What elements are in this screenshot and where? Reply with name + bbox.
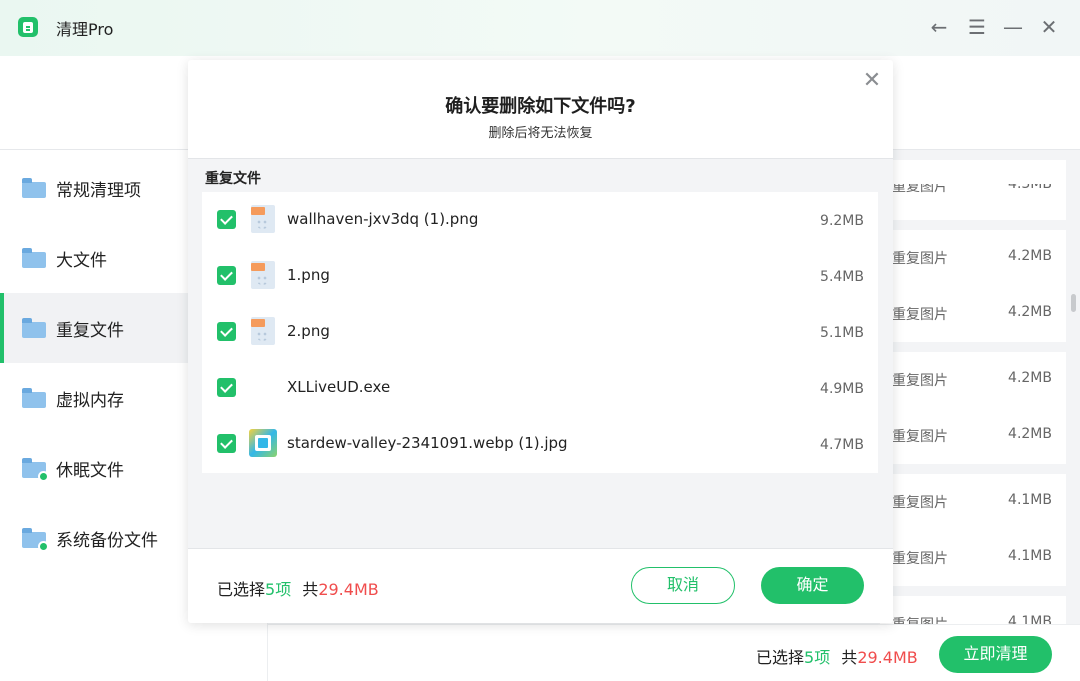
list-item[interactable]: 重复图片 4.2MB	[892, 304, 1062, 326]
file-list: wallhaven-jxv3dq (1).png 9.2MB 1.png 5.4…	[202, 192, 878, 473]
list-item[interactable]: 重复图片 4.2MB	[892, 426, 1062, 448]
confirm-button[interactable]: 确定	[761, 567, 864, 604]
title-bar: 清理Pro ← ☰ — ✕	[0, 0, 1080, 56]
checkbox[interactable]	[217, 322, 236, 341]
file-size: 4.9MB	[820, 381, 864, 397]
dialog-title: 确认要删除如下文件吗?	[445, 96, 636, 117]
clean-now-button[interactable]: 立即清理	[939, 636, 1052, 673]
sidebar-item-label: 休眠文件	[56, 460, 124, 481]
list-item[interactable]: 重复图片 4.2MB	[892, 370, 1062, 392]
list-item[interactable]: 重复图片4.1MB	[892, 614, 1062, 624]
dialog-selection-summary: 已选择5项 共29.4MB	[217, 580, 379, 599]
list-item[interactable]: 重复图片4.1MB	[892, 548, 1062, 570]
app-title: 清理Pro	[56, 20, 114, 39]
file-size: 9.2MB	[820, 213, 864, 229]
close-icon[interactable]: ✕	[1038, 16, 1060, 38]
close-icon[interactable]: ✕	[861, 70, 883, 92]
png-file-icon	[249, 317, 277, 345]
folder-icon	[22, 318, 46, 338]
file-name: stardew-valley-2341091.webp (1).jpg	[287, 434, 568, 452]
file-row[interactable]: XLLiveUD.exe 4.9MB	[202, 360, 878, 416]
checkbox[interactable]	[217, 378, 236, 397]
sidebar-item-label: 系统备份文件	[56, 530, 158, 551]
backup-folder-icon	[22, 528, 49, 552]
dialog-subtitle: 删除后将无法恢复	[488, 126, 593, 141]
cancel-button[interactable]: 取消	[631, 567, 735, 604]
section-title: 重复文件	[205, 171, 261, 187]
broom-folder-icon	[22, 178, 46, 198]
sidebar-item-label: 重复文件	[56, 320, 124, 341]
arrow-left-icon[interactable]: ←	[928, 16, 950, 38]
checkbox[interactable]	[217, 210, 236, 229]
file-size: 4.7MB	[820, 437, 864, 453]
selection-summary: 已选择5项 共29.4MB	[756, 648, 918, 667]
file-name: 2.png	[287, 322, 330, 340]
minimize-icon[interactable]: —	[1002, 16, 1024, 38]
scrollbar-thumb[interactable]	[1071, 294, 1076, 312]
confirm-delete-dialog: ✕ 确认要删除如下文件吗? 删除后将无法恢复 重复文件 wallhaven-jx…	[188, 60, 893, 623]
file-row[interactable]: 2.png 5.1MB	[202, 304, 878, 360]
dialog-body: 重复文件 wallhaven-jxv3dq (1).png 9.2MB 1.pn…	[188, 158, 893, 549]
memory-folder-icon	[22, 388, 46, 408]
file-name: wallhaven-jxv3dq (1).png	[287, 210, 479, 228]
png-file-icon	[249, 261, 277, 289]
sidebar-item-label: 虚拟内存	[56, 390, 124, 411]
list-item[interactable]: 重复图片 4.3MB	[892, 184, 1062, 200]
sidebar-item-label: 大文件	[56, 250, 107, 271]
hamburger-menu-icon[interactable]: ☰	[966, 16, 988, 38]
file-name: XLLiveUD.exe	[287, 378, 391, 396]
file-row[interactable]: wallhaven-jxv3dq (1).png 9.2MB	[202, 192, 878, 248]
file-row[interactable]: stardew-valley-2341091.webp (1).jpg 4.7M…	[202, 416, 878, 472]
app-logo-icon	[18, 17, 38, 37]
sidebar-item-label: 常规清理项	[56, 180, 141, 201]
file-row[interactable]: 1.png 5.4MB	[202, 248, 878, 304]
file-name: 1.png	[287, 266, 330, 284]
checkbox[interactable]	[217, 434, 236, 453]
file-size: 5.1MB	[820, 325, 864, 341]
list-item[interactable]: 重复图片 4.2MB	[892, 248, 1062, 270]
list-item[interactable]: 重复图片4.1MB	[892, 492, 1062, 514]
folder-icon	[22, 248, 46, 268]
file-size: 5.4MB	[820, 269, 864, 285]
png-file-icon	[249, 205, 277, 233]
jpg-file-icon	[249, 429, 277, 457]
sleep-folder-icon	[22, 458, 49, 482]
checkbox[interactable]	[217, 266, 236, 285]
